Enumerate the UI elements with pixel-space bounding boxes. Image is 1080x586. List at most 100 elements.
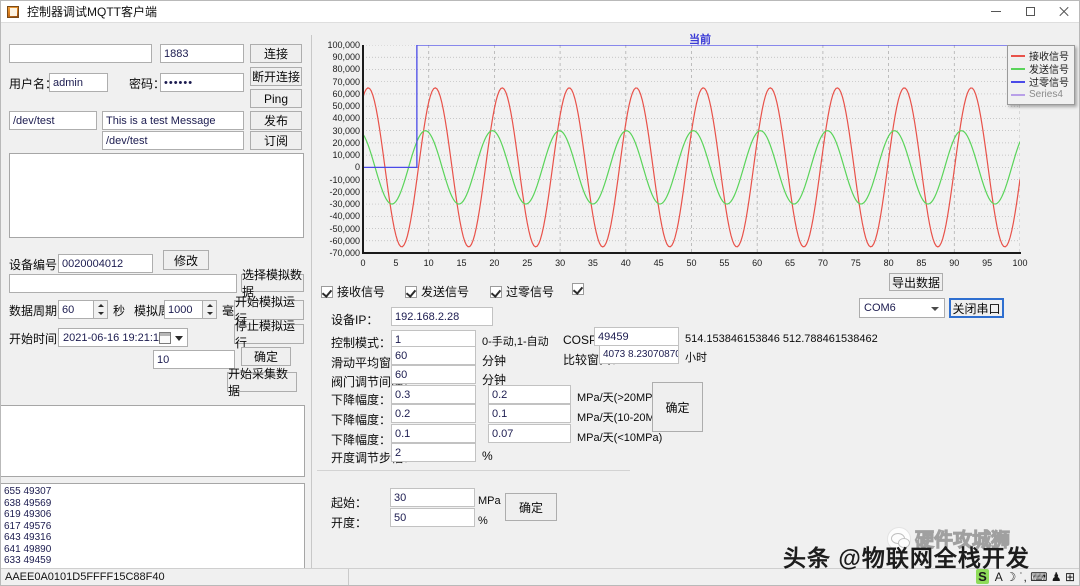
start-time-picker[interactable]: 2021-06-16 19:21:12 [58, 328, 188, 347]
serial-port-value: COM6 [864, 302, 896, 314]
serial-port-select[interactable]: COM6 [859, 298, 945, 318]
status-frame-text: AAEE0A0101D5FFFF15C88F40 [1, 568, 349, 585]
settings-confirm-button[interactable]: 确定 [652, 382, 703, 432]
drop-row-0-label: 下降幅度： [331, 393, 392, 407]
data-period-arrows[interactable] [93, 300, 108, 319]
chart-x-tick-label: 5 [393, 258, 399, 268]
checkbox-icon[interactable] [405, 285, 417, 298]
data-period-input[interactable]: 60 [58, 300, 93, 319]
data-output-line: 633 49459 [4, 555, 52, 566]
drop-row-1-input-1[interactable]: 0.2 [391, 404, 476, 423]
opening-unit: % [478, 515, 488, 527]
disconnect-button[interactable]: 断开连接 [250, 67, 302, 86]
chart-x-tick-label: 20 [489, 258, 500, 268]
valve-interval-input[interactable]: 60 [391, 365, 476, 384]
compare-window-input[interactable]: 4073 8.2307087023809 [599, 345, 679, 364]
start-collect-button[interactable]: 开始采集数据 [227, 367, 297, 398]
cosphi-extra: 514.153846153846 512.788461538462 [685, 333, 878, 345]
chart-legend-item: Series4 [1011, 88, 1069, 101]
cosphi-input[interactable]: 49459 [594, 327, 679, 346]
signal-checkbox-3[interactable] [572, 283, 584, 295]
chart-x-tick-label: 100 [1012, 258, 1028, 268]
ime-glyphs: A ☽ ˙, ⌨ ♟ ⊞ [994, 569, 1075, 584]
subscribe-topic-input[interactable]: /dev/test [102, 131, 244, 150]
legend-swatch [1011, 54, 1025, 57]
toutiao-watermark: 头条 @物联网全栈开发 [783, 545, 1030, 571]
legend-label: 过零信号 [1029, 78, 1069, 89]
signal-checkbox-0[interactable]: 接收信号 [321, 283, 385, 300]
drop-row-2-input-1[interactable]: 0.1 [391, 424, 476, 443]
chart-legend-item: 过零信号 [1011, 75, 1069, 89]
maximize-icon[interactable] [1013, 1, 1047, 23]
checkbox-icon[interactable] [490, 285, 502, 298]
chart-x-tick-label: 95 [982, 258, 993, 268]
chart-x-tick-label: 90 [949, 258, 960, 268]
start-pressure-input[interactable]: 30 [390, 488, 475, 507]
drop-row-1-input-2[interactable]: 0.1 [488, 404, 571, 423]
modify-button[interactable]: 修改 [163, 250, 209, 270]
sim-period-input[interactable]: 1000 [164, 300, 202, 319]
chevron-down-icon[interactable] [175, 336, 183, 341]
minimize-icon[interactable] [979, 1, 1013, 23]
publish-topic-input[interactable]: /dev/test [9, 111, 97, 130]
signal-checkbox-label: 发送信号 [421, 285, 470, 299]
connect-button[interactable]: 连接 [250, 44, 302, 63]
drop-row-0-input-1[interactable]: 0.3 [391, 385, 476, 404]
chart-x-tick-label: 65 [785, 258, 796, 268]
mqtt-host-input[interactable] [9, 44, 152, 63]
chart-x-tick-label: 25 [522, 258, 533, 268]
mqtt-port-input[interactable]: 1883 [160, 44, 244, 63]
device-ip-input[interactable]: 192.168.2.28 [391, 307, 493, 326]
opening-input[interactable]: 50 [390, 508, 475, 527]
sim-file-input[interactable] [9, 274, 237, 293]
checkbox-icon[interactable] [321, 285, 333, 298]
drop-row-2-input-2[interactable]: 0.07 [488, 424, 571, 443]
signal-checkbox-label: 接收信号 [337, 285, 386, 299]
device-id-input[interactable]: 0020004012 [58, 254, 153, 273]
signal-chart: 当前 -70,000 -60,000 -50,000 -40,000 -30,000 -2… [319, 27, 1079, 269]
start-section-confirm-button[interactable]: 确定 [505, 493, 557, 521]
export-data-button[interactable]: 导出数据 [889, 273, 943, 291]
moving-average-input[interactable]: 60 [391, 346, 476, 365]
chart-y-axis-labels: -70,000 -60,000 -50,000 -40,000 -30,000 -20,0… [319, 40, 360, 258]
subscribe-button[interactable]: 订阅 [250, 131, 302, 150]
username-input[interactable]: admin [49, 73, 108, 92]
calendar-icon [159, 332, 171, 344]
data-output-line: 617 49576 [4, 520, 52, 532]
publish-button[interactable]: 发布 [250, 111, 302, 130]
chart-legend: 接收信号 发送信号 过零信号 Series4 [1007, 45, 1075, 105]
data-period-unit: 秒 [113, 304, 126, 318]
signal-checkbox-2[interactable]: 过零信号 [490, 283, 554, 300]
ime-state-badge[interactable]: S [976, 569, 989, 584]
chart-x-tick-label: 75 [850, 258, 861, 268]
checkbox-icon[interactable] [572, 283, 584, 295]
signal-checkbox-1[interactable]: 发送信号 [405, 283, 469, 300]
password-input[interactable]: •••••• [160, 73, 244, 92]
ping-button[interactable]: Ping [250, 89, 302, 108]
window-title: 控制器调试MQTT客户端 [27, 5, 157, 19]
close-serial-port-button[interactable]: 关闭串口 [949, 298, 1004, 318]
confirm-device-button[interactable]: 确定 [241, 347, 291, 366]
count-input[interactable]: 10 [153, 350, 235, 369]
publish-message-input[interactable]: This is a test Message [102, 111, 244, 130]
chart-y-tick-label: -50,000 [329, 223, 360, 234]
window-controls [979, 1, 1079, 23]
chart-y-tick-label: -10,000 [329, 174, 360, 185]
legend-swatch [1011, 67, 1025, 70]
drop-row-2-label: 下降幅度： [331, 433, 392, 447]
legend-swatch [1011, 80, 1025, 83]
compare-window-unit: 小时 [685, 352, 707, 364]
chevron-down-icon[interactable] [931, 307, 939, 311]
chart-plot-area [362, 44, 1021, 254]
drop-row-0-input-2[interactable]: 0.2 [488, 385, 571, 404]
step-input[interactable]: 2 [391, 443, 476, 462]
select-sim-data-button[interactable]: 选择模拟数据 [241, 268, 304, 299]
sim-period-arrows[interactable] [202, 300, 217, 319]
mqtt-log-textarea[interactable] [9, 153, 304, 238]
data-output-textarea[interactable]: 655 49307 638 49569 619 49306 617 49576 643 … [1, 483, 305, 569]
data-output-line: 655 49307 [4, 486, 52, 497]
chart-y-tick-label: 10,000 [332, 150, 360, 161]
stop-simulation-button[interactable]: 停止模拟运行 [234, 319, 304, 350]
upper-output-textarea[interactable] [1, 405, 305, 477]
close-icon[interactable] [1047, 1, 1079, 23]
